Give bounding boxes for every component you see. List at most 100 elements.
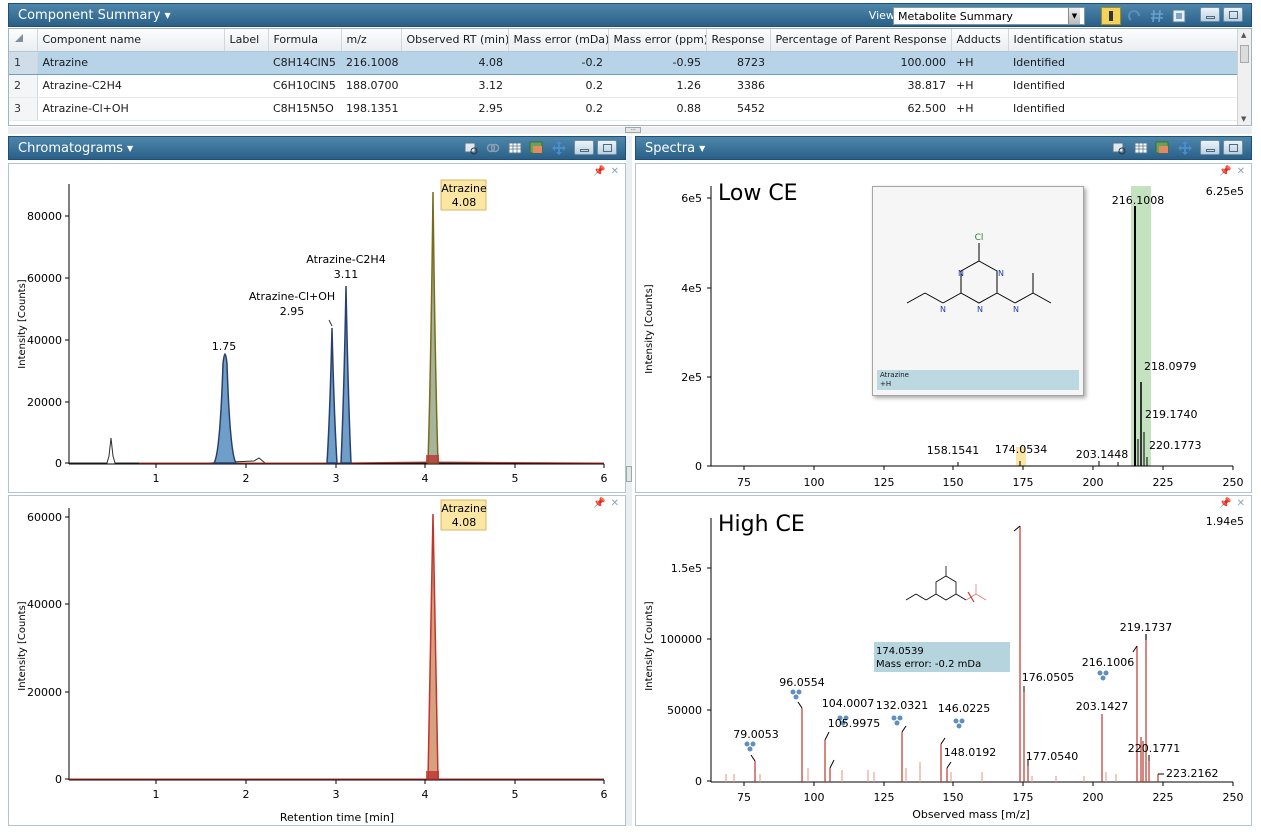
peak-label: 2.95: [280, 305, 305, 318]
maximize-button[interactable]: [597, 140, 617, 155]
table-scrollbar[interactable]: ▲ ▼: [1237, 29, 1251, 125]
column-header[interactable]: Identification status: [1008, 29, 1240, 52]
structure-popup: Cl N N N N N Atrazine +H: [872, 186, 1084, 396]
chromatogram-bottom-plot[interactable]: 📌 ✕ Intensity [Counts] Retention time [mi…: [8, 495, 626, 826]
hash-icon[interactable]: [1149, 8, 1165, 24]
vertical-splitter[interactable]: [626, 136, 632, 826]
row-number: 3: [9, 97, 38, 121]
table-cell: 1.26: [608, 74, 706, 98]
column-header[interactable]: Observed RT (min): [401, 29, 509, 52]
chart-type-icon[interactable]: [1155, 140, 1171, 156]
svg-text:2: 2: [243, 472, 250, 485]
atom-label: Cl: [975, 233, 984, 243]
minimize-button[interactable]: [1200, 140, 1220, 155]
table-row[interactable]: 2 Atrazine-C2H4 C6H10ClN5 188.0700 3.12 …: [9, 74, 1239, 98]
y-tick: 80000: [27, 210, 69, 223]
fragment-icon[interactable]: [953, 718, 965, 729]
chromatogram-top-plot[interactable]: 📌 ✕ Intensity [Counts] 0 20000 40000 6000…: [8, 163, 626, 493]
svg-text:175: 175: [1013, 476, 1034, 489]
fragment-icon[interactable]: [891, 715, 903, 726]
table-cell: 38.817: [770, 74, 951, 98]
peak-c2h4[interactable]: [340, 285, 352, 464]
column-header[interactable]: Response: [706, 29, 771, 52]
y-tick: 2e5: [681, 371, 711, 384]
table-cell: [224, 97, 268, 121]
x-tick: 225: [1153, 466, 1174, 489]
table-cell: +H: [951, 74, 1008, 98]
x-tick: 1: [153, 464, 160, 485]
maximize-button[interactable]: [1223, 140, 1243, 155]
table-cell: Identified: [1008, 74, 1239, 98]
link-icon[interactable]: [485, 140, 501, 156]
column-header[interactable]: Mass error (ppm): [608, 29, 707, 52]
scroll-down-icon[interactable]: ▼: [1241, 115, 1246, 123]
table-row[interactable]: 3 Atrazine-Cl+OH C8H15N5O 198.1351 2.95 …: [9, 97, 1239, 121]
column-header[interactable]: Adducts: [951, 29, 1009, 52]
refresh-icon[interactable]: [1127, 8, 1143, 24]
peak-1-75[interactable]: [212, 353, 238, 464]
table-icon[interactable]: [1133, 140, 1149, 156]
splitter-grip[interactable]: [626, 466, 632, 482]
svg-text:40000: 40000: [27, 334, 62, 347]
table-cell: 0.88: [608, 97, 706, 121]
export-icon[interactable]: [1171, 8, 1187, 24]
peak-marker: [426, 771, 439, 779]
fragment-icon[interactable]: [744, 741, 756, 752]
chromatograms-menu[interactable]: Chromatograms ▼: [9, 141, 133, 156]
svg-text:250: 250: [1223, 476, 1244, 489]
minimize-button[interactable]: [574, 140, 594, 155]
spectra-title: Spectra: [645, 140, 696, 156]
column-header[interactable]: Mass error (mDa): [508, 29, 609, 52]
minimize-button[interactable]: [1200, 7, 1220, 22]
column-header[interactable]: Formula: [268, 29, 342, 52]
peak-atrazine[interactable]: [427, 191, 439, 464]
peak-label: 219.1740: [1145, 408, 1198, 421]
svg-text:6e5: 6e5: [681, 192, 702, 205]
pan-icon[interactable]: [551, 140, 567, 156]
column-header[interactable]: Component name: [37, 29, 225, 52]
peak-label: 96.0554: [779, 676, 825, 689]
table-cell: C6H10ClN5: [268, 74, 341, 98]
peak-label: 177.0540: [1026, 750, 1079, 763]
component-summary-menu[interactable]: Component Summary ▼: [9, 8, 171, 23]
view-select-value: Metabolite Summary: [898, 9, 1013, 23]
identify-icon[interactable]: [1101, 7, 1121, 25]
zoom-icon[interactable]: [463, 140, 479, 156]
table-icon[interactable]: [507, 140, 523, 156]
column-header[interactable]: Percentage of Parent Response (%): [770, 29, 952, 52]
splitter-grip[interactable]: ···: [625, 127, 641, 133]
peak-cl-oh[interactable]: [326, 327, 338, 464]
column-header[interactable]: Label: [224, 29, 269, 52]
table-header-corner[interactable]: [9, 29, 38, 52]
chart-type-icon[interactable]: [529, 140, 545, 156]
x-tick: 2: [243, 464, 250, 485]
table-row[interactable]: 1 Atrazine C8H14ClN5 216.1008 4.08 -0.2 …: [9, 50, 1239, 75]
peak-label: 148.0192: [944, 746, 997, 759]
svg-text:125: 125: [874, 476, 895, 489]
maximize-button[interactable]: [1223, 7, 1243, 22]
svg-text:0: 0: [695, 460, 702, 473]
pan-icon[interactable]: [1177, 140, 1193, 156]
table-cell: 188.0700: [341, 74, 401, 98]
structure-name: Atrazine: [880, 371, 909, 379]
spectra-menu[interactable]: Spectra ▼: [636, 141, 705, 156]
scroll-up-icon[interactable]: ▲: [1241, 31, 1246, 39]
peak-atrazine[interactable]: [427, 513, 439, 780]
column-header[interactable]: m/z: [341, 29, 402, 52]
spectrum-high-ce-plot[interactable]: 📌 ✕ Intensity [Counts] Observed mass [m/z…: [635, 495, 1252, 826]
spectra-header: Spectra ▼: [635, 136, 1252, 160]
zoom-icon[interactable]: [1111, 140, 1127, 156]
horizontal-splitter[interactable]: ···: [8, 127, 1252, 134]
view-select[interactable]: Metabolite Summary ▼: [893, 7, 1085, 25]
peak-label: 4.08: [452, 516, 477, 529]
table-cell: Atrazine-Cl+OH: [37, 97, 224, 121]
x-tick: 200: [1083, 782, 1104, 804]
svg-text:5: 5: [512, 472, 519, 485]
scrollbar-thumb[interactable]: [1240, 45, 1249, 63]
svg-text:4: 4: [422, 788, 429, 801]
component-table-panel: Component name Label Formula m/z Observe…: [8, 28, 1252, 126]
fragment-icon[interactable]: [790, 689, 802, 700]
fragment-icon[interactable]: [1097, 670, 1109, 681]
x-tick: 5: [512, 780, 519, 801]
tooltip-mass: 174.0539: [876, 646, 924, 657]
